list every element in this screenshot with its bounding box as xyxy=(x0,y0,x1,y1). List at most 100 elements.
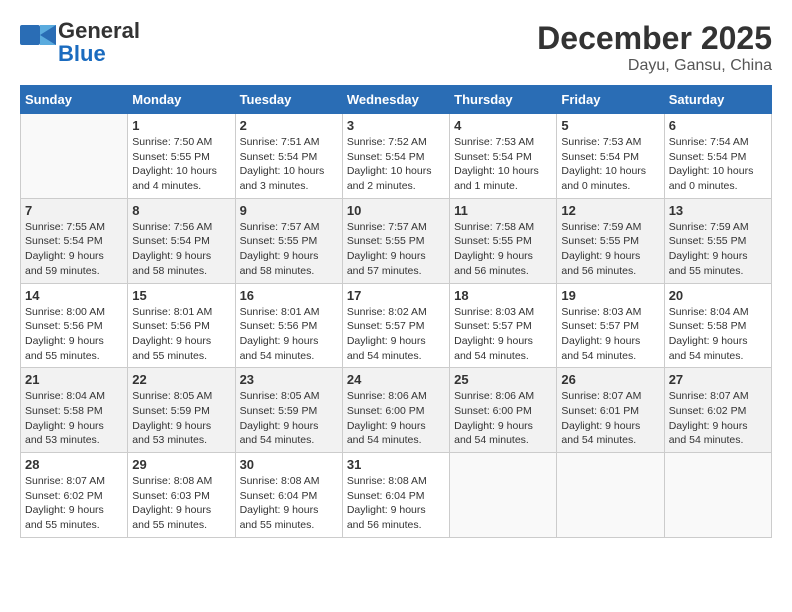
month-title: December 2025 xyxy=(537,20,772,57)
calendar-cell: 6 Sunrise: 7:54 AMSunset: 5:54 PMDaylight… xyxy=(664,114,771,199)
calendar-cell: 19 Sunrise: 8:03 AMSunset: 5:57 PMDayligh… xyxy=(557,283,664,368)
calendar-cell: 14 Sunrise: 8:00 AMSunset: 5:56 PMDayligh… xyxy=(21,283,128,368)
calendar-cell: 22 Sunrise: 8:05 AMSunset: 5:59 PMDayligh… xyxy=(128,368,235,453)
day-number: 16 xyxy=(240,288,338,303)
day-info: Sunrise: 7:51 AMSunset: 5:54 PMDaylight:… xyxy=(240,135,338,194)
day-number: 7 xyxy=(25,203,123,218)
calendar-cell: 23Sunrise: 8:05 AMSunset: 5:59 PMDayligh… xyxy=(235,368,342,453)
day-number: 10 xyxy=(347,203,445,218)
day-number: 24 xyxy=(347,372,445,387)
day-number: 20 xyxy=(669,288,767,303)
calendar-week-row: 14 Sunrise: 8:00 AMSunset: 5:56 PMDayligh… xyxy=(21,283,772,368)
day-info: Sunrise: 8:04 AMSunset: 5:58 PMDaylight:… xyxy=(25,389,123,448)
day-number: 5 xyxy=(561,118,659,133)
calendar-week-row: 21 Sunrise: 8:04 AMSunset: 5:58 PMDayligh… xyxy=(21,368,772,453)
calendar-cell: 10 Sunrise: 7:57 AMSunset: 5:55 PMDayligh… xyxy=(342,198,449,283)
day-info: Sunrise: 7:50 AMSunset: 5:55 PMDaylight:… xyxy=(132,135,230,194)
day-info: Sunrise: 8:03 AMSunset: 5:57 PMDaylight:… xyxy=(561,305,659,364)
calendar-cell: 5Sunrise: 7:53 AMSunset: 5:54 PMDaylight… xyxy=(557,114,664,199)
day-info: Sunrise: 8:06 AMSunset: 6:00 PMDaylight:… xyxy=(454,389,552,448)
calendar-cell: 15 Sunrise: 8:01 AMSunset: 5:56 PMDayligh… xyxy=(128,283,235,368)
calendar-cell: 18 Sunrise: 8:03 AMSunset: 5:57 PMDayligh… xyxy=(450,283,557,368)
day-info: Sunrise: 7:59 AMSunset: 5:55 PMDaylight:… xyxy=(561,220,659,279)
day-info: Sunrise: 7:52 AMSunset: 5:54 PMDaylight:… xyxy=(347,135,445,194)
calendar-cell xyxy=(450,453,557,538)
calendar-cell: 29 Sunrise: 8:08 AMSunset: 6:03 PMDayligh… xyxy=(128,453,235,538)
day-number: 27 xyxy=(669,372,767,387)
day-number: 13 xyxy=(669,203,767,218)
day-number: 15 xyxy=(132,288,230,303)
logo-icon xyxy=(20,25,56,61)
calendar-cell: 31Sunrise: 8:08 AMSunset: 6:04 PMDayligh… xyxy=(342,453,449,538)
day-info: Sunrise: 7:57 AMSunset: 5:55 PMDaylight:… xyxy=(240,220,338,279)
day-info: Sunrise: 8:04 AMSunset: 5:58 PMDaylight:… xyxy=(669,305,767,364)
calendar-cell: 17 Sunrise: 8:02 AMSunset: 5:57 PMDayligh… xyxy=(342,283,449,368)
day-number: 11 xyxy=(454,203,552,218)
day-info: Sunrise: 8:07 AMSunset: 6:02 PMDaylight:… xyxy=(25,474,123,533)
day-number: 25 xyxy=(454,372,552,387)
calendar-cell: 7 Sunrise: 7:55 AMSunset: 5:54 PMDaylight… xyxy=(21,198,128,283)
day-info: Sunrise: 7:57 AMSunset: 5:55 PMDaylight:… xyxy=(347,220,445,279)
calendar-cell: 1 Sunrise: 7:50 AMSunset: 5:55 PMDaylight… xyxy=(128,114,235,199)
day-number: 4 xyxy=(454,118,552,133)
calendar-cell: 16 Sunrise: 8:01 AMSunset: 5:56 PMDayligh… xyxy=(235,283,342,368)
logo-blue: Blue xyxy=(58,41,106,66)
calendar-cell: 11 Sunrise: 7:58 AMSunset: 5:55 PMDayligh… xyxy=(450,198,557,283)
day-info: Sunrise: 7:54 AMSunset: 5:54 PMDaylight:… xyxy=(669,135,767,194)
calendar-week-row: 28 Sunrise: 8:07 AMSunset: 6:02 PMDayligh… xyxy=(21,453,772,538)
calendar-cell: 21 Sunrise: 8:04 AMSunset: 5:58 PMDayligh… xyxy=(21,368,128,453)
day-number: 17 xyxy=(347,288,445,303)
day-info: Sunrise: 8:01 AMSunset: 5:56 PMDaylight:… xyxy=(132,305,230,364)
day-number: 1 xyxy=(132,118,230,133)
title-area: December 2025 Dayu, Gansu, China xyxy=(537,20,772,75)
day-number: 18 xyxy=(454,288,552,303)
day-info: Sunrise: 7:58 AMSunset: 5:55 PMDaylight:… xyxy=(454,220,552,279)
calendar-cell: 3 Sunrise: 7:52 AMSunset: 5:54 PMDaylight… xyxy=(342,114,449,199)
day-number: 3 xyxy=(347,118,445,133)
calendar-cell xyxy=(557,453,664,538)
day-info: Sunrise: 8:07 AMSunset: 6:02 PMDaylight:… xyxy=(669,389,767,448)
day-info: Sunrise: 8:05 AMSunset: 5:59 PMDaylight:… xyxy=(132,389,230,448)
calendar-cell: 12Sunrise: 7:59 AMSunset: 5:55 PMDayligh… xyxy=(557,198,664,283)
day-number: 30 xyxy=(240,457,338,472)
day-info: Sunrise: 8:06 AMSunset: 6:00 PMDaylight:… xyxy=(347,389,445,448)
calendar-cell: 24 Sunrise: 8:06 AMSunset: 6:00 PMDayligh… xyxy=(342,368,449,453)
day-number: 29 xyxy=(132,457,230,472)
day-info: Sunrise: 7:56 AMSunset: 5:54 PMDaylight:… xyxy=(132,220,230,279)
day-info: Sunrise: 8:02 AMSunset: 5:57 PMDaylight:… xyxy=(347,305,445,364)
calendar-cell xyxy=(21,114,128,199)
location: Dayu, Gansu, China xyxy=(537,57,772,75)
day-info: Sunrise: 7:55 AMSunset: 5:54 PMDaylight:… xyxy=(25,220,123,279)
day-number: 19 xyxy=(561,288,659,303)
logo: General Blue xyxy=(20,20,140,66)
day-info: Sunrise: 8:08 AMSunset: 6:03 PMDaylight:… xyxy=(132,474,230,533)
day-number: 28 xyxy=(25,457,123,472)
day-info: Sunrise: 8:08 AMSunset: 6:04 PMDaylight:… xyxy=(240,474,338,533)
day-info: Sunrise: 8:07 AMSunset: 6:01 PMDaylight:… xyxy=(561,389,659,448)
calendar-cell: 4 Sunrise: 7:53 AMSunset: 5:54 PMDaylight… xyxy=(450,114,557,199)
calendar-cell: 9Sunrise: 7:57 AMSunset: 5:55 PMDaylight… xyxy=(235,198,342,283)
calendar-cell: 30 Sunrise: 8:08 AMSunset: 6:04 PMDayligh… xyxy=(235,453,342,538)
day-number: 2 xyxy=(240,118,338,133)
calendar-cell: 8 Sunrise: 7:56 AMSunset: 5:54 PMDaylight… xyxy=(128,198,235,283)
day-info: Sunrise: 8:01 AMSunset: 5:56 PMDaylight:… xyxy=(240,305,338,364)
day-number: 6 xyxy=(669,118,767,133)
day-info: Sunrise: 7:53 AMSunset: 5:54 PMDaylight:… xyxy=(454,135,552,194)
weekday-header-monday: Monday xyxy=(128,86,235,114)
calendar-cell: 20 Sunrise: 8:04 AMSunset: 5:58 PMDayligh… xyxy=(664,283,771,368)
day-info: Sunrise: 8:03 AMSunset: 5:57 PMDaylight:… xyxy=(454,305,552,364)
day-number: 21 xyxy=(25,372,123,387)
day-number: 23 xyxy=(240,372,338,387)
calendar-cell: 2 Sunrise: 7:51 AMSunset: 5:54 PMDaylight… xyxy=(235,114,342,199)
day-number: 22 xyxy=(132,372,230,387)
calendar-cell: 27 Sunrise: 8:07 AMSunset: 6:02 PMDayligh… xyxy=(664,368,771,453)
calendar-cell: 13Sunrise: 7:59 AMSunset: 5:55 PMDayligh… xyxy=(664,198,771,283)
day-number: 14 xyxy=(25,288,123,303)
calendar-week-row: 7 Sunrise: 7:55 AMSunset: 5:54 PMDaylight… xyxy=(21,198,772,283)
day-number: 26 xyxy=(561,372,659,387)
weekday-header-row: SundayMondayTuesdayWednesdayThursdayFrid… xyxy=(21,86,772,114)
calendar-cell: 26 Sunrise: 8:07 AMSunset: 6:01 PMDayligh… xyxy=(557,368,664,453)
day-number: 8 xyxy=(132,203,230,218)
day-info: Sunrise: 8:00 AMSunset: 5:56 PMDaylight:… xyxy=(25,305,123,364)
weekday-header-wednesday: Wednesday xyxy=(342,86,449,114)
